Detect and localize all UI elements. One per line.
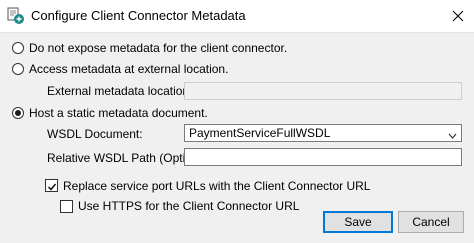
radio-static-document[interactable] [12,107,24,119]
wsdl-document-select[interactable]: PaymentServiceFullWSDL [184,124,462,142]
radio-static-document-label: Host a static metadata document. [29,106,208,120]
use-https-checkbox[interactable] [60,200,73,213]
cancel-button[interactable]: Cancel [398,211,464,233]
checkmark-icon [47,181,57,191]
replace-urls-label: Replace service port URLs with the Clien… [63,179,371,193]
chevron-down-icon [448,129,457,139]
radio-external-location-label: Access metadata at external location. [29,62,229,76]
radio-no-expose-label: Do not expose metadata for the client co… [29,41,288,55]
external-location-field[interactable] [184,82,462,100]
relative-wsdl-path-field[interactable] [184,148,462,166]
client-connector-icon [7,7,25,25]
close-icon[interactable] [448,6,468,26]
window-title: Configure Client Connector Metadata [31,8,246,23]
radio-no-expose[interactable] [12,42,24,54]
dialog-body: Do not expose metadata for the client co… [0,32,474,243]
wsdl-document-value: PaymentServiceFullWSDL [189,126,331,140]
radio-external-location[interactable] [12,63,24,75]
external-location-label: External metadata location: [47,84,193,98]
title-bar: Configure Client Connector Metadata [0,0,474,32]
save-button[interactable]: Save [323,211,393,233]
wsdl-document-label: WSDL Document: [47,127,143,141]
use-https-label: Use HTTPS for the Client Connector URL [78,199,300,213]
replace-urls-checkbox[interactable] [45,179,58,192]
